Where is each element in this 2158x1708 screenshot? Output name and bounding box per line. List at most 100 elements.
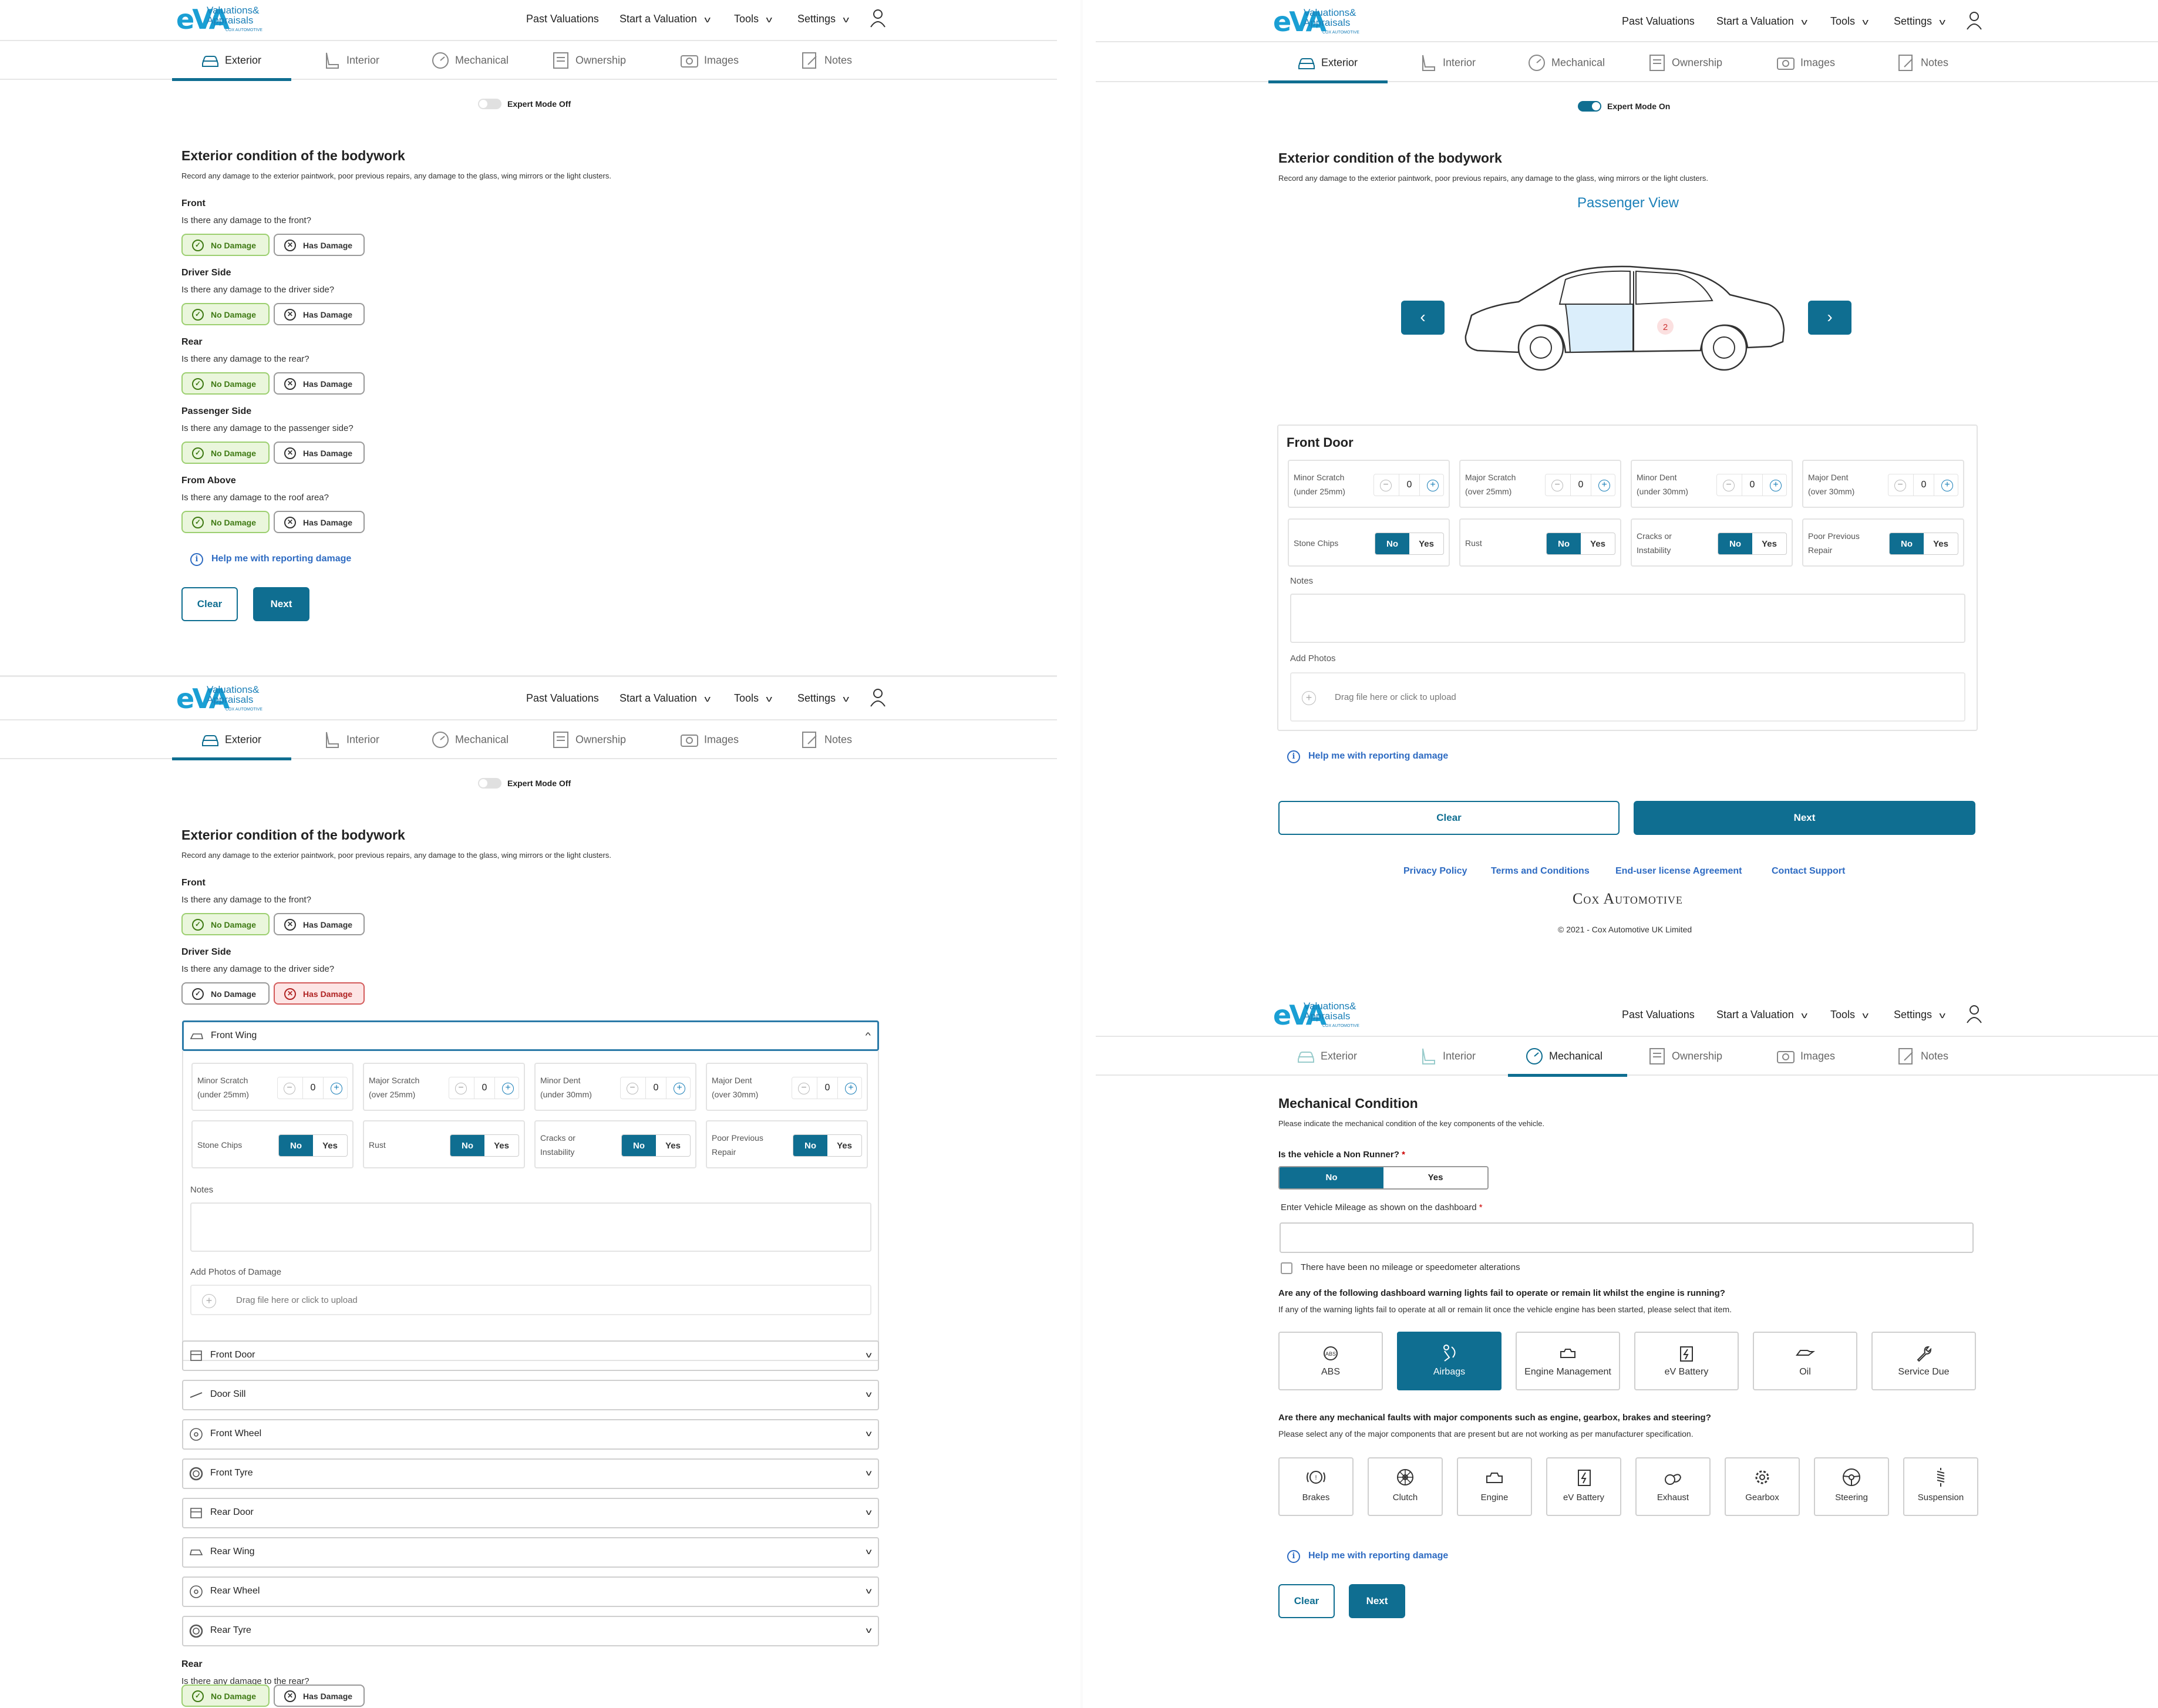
accordion-front-wheel[interactable]: Front Wheel v	[182, 1419, 879, 1450]
plus-icon[interactable]: +	[1770, 480, 1782, 491]
tab-images[interactable]: Images	[1776, 1038, 1858, 1076]
user-icon[interactable]	[1965, 1004, 1983, 1024]
tab-notes[interactable]: Notes	[800, 722, 876, 759]
expert-mode-toggle[interactable]: Expert Mode Off	[478, 778, 571, 792]
counter-value[interactable]: 0	[474, 1077, 495, 1099]
notes-textarea[interactable]	[190, 1202, 871, 1252]
has-damage-button[interactable]: ✕ Has Damage	[274, 913, 365, 935]
app-logo[interactable]: eVA Valuations& Appraisals COX AUTOMOTIVE	[1273, 6, 1367, 38]
nav-tools[interactable]: Tools v	[734, 692, 772, 705]
tab-interior[interactable]: Interior	[322, 722, 422, 759]
tab-mechanical[interactable]: Mechanical	[430, 722, 530, 759]
tab-mechanical[interactable]: Mechanical	[1527, 45, 1627, 82]
nav-settings[interactable]: Settings v	[797, 13, 849, 25]
yes-option[interactable]: Yes	[1409, 533, 1443, 554]
tab-ownership[interactable]: Ownership	[1647, 45, 1747, 82]
user-icon[interactable]	[869, 8, 887, 28]
mileage-input[interactable]	[1280, 1222, 1974, 1253]
counter-value[interactable]: 0	[1742, 474, 1763, 496]
minus-icon[interactable]: −	[627, 1083, 638, 1094]
yes-option[interactable]: Yes	[484, 1135, 519, 1156]
expert-mode-toggle[interactable]: Expert Mode Off	[478, 99, 571, 113]
user-icon[interactable]	[869, 688, 887, 708]
nav-past-valuations[interactable]: Past Valuations	[1622, 15, 1695, 28]
minus-icon[interactable]: −	[1551, 480, 1563, 491]
contact-link[interactable]: Contact Support	[1772, 866, 1845, 877]
tab-interior[interactable]: Interior	[1418, 45, 1518, 82]
app-logo[interactable]: eVA Valuations& Appraisals COX AUTOMOTIVE	[1273, 999, 1367, 1032]
no-option[interactable]: No	[279, 1135, 313, 1156]
next-button[interactable]: Next	[1634, 801, 1975, 835]
nav-settings[interactable]: Settings v	[1894, 15, 1945, 28]
tab-exterior[interactable]: Exterior	[1268, 45, 1388, 83]
plus-icon[interactable]: +	[1427, 480, 1439, 491]
front-door-highlight[interactable]	[1564, 304, 1634, 353]
warning-engine-management[interactable]: Engine Management	[1516, 1332, 1620, 1390]
accordion-rear-tyre[interactable]: Rear Tyre v	[182, 1616, 879, 1646]
minus-icon[interactable]: −	[798, 1083, 810, 1094]
tab-exterior[interactable]: Exterior	[172, 722, 291, 760]
no-option[interactable]: No	[1375, 533, 1409, 554]
expert-mode-toggle[interactable]: Expert Mode On	[1578, 101, 1670, 115]
accordion-front-tyre[interactable]: Front Tyre v	[182, 1458, 879, 1489]
yes-option[interactable]: Yes	[1752, 533, 1786, 554]
next-button[interactable]: Next	[1349, 1584, 1405, 1618]
plus-icon[interactable]: +	[502, 1083, 514, 1094]
no-damage-button[interactable]: ✓ No Damage	[181, 234, 270, 256]
no-option[interactable]: No	[1890, 533, 1924, 554]
tab-interior[interactable]: Interior	[322, 42, 422, 80]
accordion-door-sill[interactable]: Door Sill v	[182, 1380, 879, 1410]
yes-option[interactable]: Yes	[1924, 533, 1958, 554]
fault-brakes[interactable]: ! Brakes	[1278, 1457, 1354, 1516]
counter-value[interactable]: 0	[645, 1077, 666, 1099]
counter-value[interactable]: 0	[1399, 474, 1420, 496]
fault-clutch[interactable]: Clutch	[1368, 1457, 1443, 1516]
has-damage-button[interactable]: ✕ Has Damage	[274, 511, 365, 533]
plus-icon[interactable]: +	[331, 1083, 342, 1094]
help-link[interactable]: i Help me with reporting damage	[1287, 750, 1448, 763]
next-button[interactable]: Next	[253, 587, 309, 621]
no-option[interactable]: No	[1280, 1167, 1383, 1188]
no-option[interactable]: No	[1547, 533, 1581, 554]
plus-icon[interactable]: +	[845, 1083, 857, 1094]
prev-view-button[interactable]: ‹	[1401, 301, 1445, 335]
warning-ev-battery[interactable]: eV Battery	[1634, 1332, 1739, 1390]
nav-past-valuations[interactable]: Past Valuations	[1622, 1009, 1695, 1021]
no-option[interactable]: No	[793, 1135, 827, 1156]
nav-settings[interactable]: Settings v	[1894, 1009, 1945, 1021]
nav-tools[interactable]: Tools v	[734, 13, 772, 25]
no-damage-button[interactable]: ✓ No Damage	[181, 303, 270, 325]
nav-start-valuation[interactable]: Start a Valuation v	[1716, 1009, 1807, 1021]
mileage-checkbox[interactable]	[1281, 1262, 1292, 1274]
app-logo[interactable]: eVA Valuations& Appraisals COX AUTOMOTIVE	[176, 683, 270, 715]
no-damage-button[interactable]: ✓ No Damage	[181, 1685, 270, 1707]
plus-icon[interactable]: +	[1598, 480, 1610, 491]
minus-icon[interactable]: −	[1380, 480, 1392, 491]
has-damage-button[interactable]: ✕ Has Damage	[274, 372, 365, 395]
counter-value[interactable]: 0	[1913, 474, 1934, 496]
nav-settings[interactable]: Settings v	[797, 692, 849, 705]
warning-abs[interactable]: ABS ABS	[1278, 1332, 1383, 1390]
tab-ownership[interactable]: Ownership	[551, 42, 651, 80]
fault-engine[interactable]: Engine	[1457, 1457, 1532, 1516]
fault-exhaust[interactable]: Exhaust	[1635, 1457, 1711, 1516]
yes-option[interactable]: Yes	[313, 1135, 347, 1156]
accordion-rear-door[interactable]: Rear Door v	[182, 1498, 879, 1528]
minus-icon[interactable]: −	[1894, 480, 1906, 491]
tab-images[interactable]: Images	[1776, 45, 1858, 82]
notes-textarea[interactable]	[1290, 594, 1965, 643]
car-diagram[interactable]: 2	[1454, 254, 1795, 382]
accordion-rear-wing[interactable]: Rear Wing v	[182, 1537, 879, 1568]
nav-tools[interactable]: Tools v	[1830, 15, 1869, 28]
has-damage-button[interactable]: ✕ Has Damage	[274, 303, 365, 325]
tab-interior[interactable]: Interior	[1418, 1038, 1518, 1076]
minus-icon[interactable]: −	[284, 1083, 295, 1094]
photo-upload[interactable]: + Drag file here or click to upload	[190, 1285, 871, 1315]
clear-button[interactable]: Clear	[181, 587, 238, 621]
app-logo[interactable]: eVA Valuations& Appraisals COX AUTOMOTIVE	[176, 4, 270, 36]
warning-oil[interactable]: Oil	[1753, 1332, 1857, 1390]
tab-exterior[interactable]: Exterior	[172, 42, 291, 81]
eula-link[interactable]: End-user license Agreement	[1615, 866, 1742, 877]
minus-icon[interactable]: −	[1723, 480, 1735, 491]
terms-link[interactable]: Terms and Conditions	[1491, 866, 1590, 877]
